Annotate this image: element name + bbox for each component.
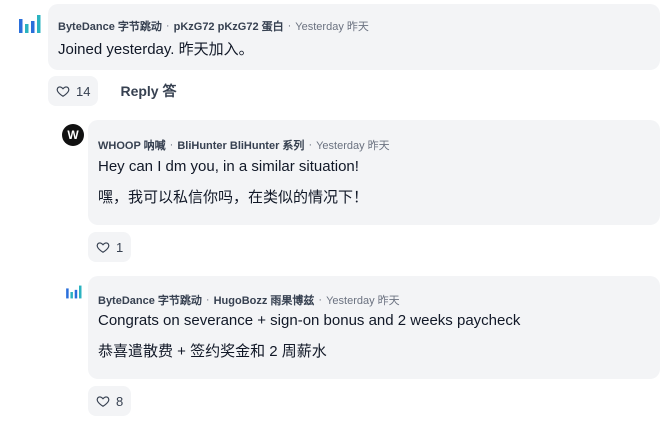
like-count: 14	[76, 83, 91, 99]
like-button[interactable]: 1	[88, 232, 132, 262]
timestamp: Yesterday 昨天	[326, 295, 400, 307]
timestamp: Yesterday 昨天	[316, 140, 390, 152]
author-name[interactable]: BliHunter BliHunter 系列	[177, 137, 304, 153]
comment-meta: ByteDance 字节跳动 · HugoBozz 雨果博兹 · Yesterd…	[98, 292, 400, 308]
comment-meta: ByteDance 字节跳动 · pKzG72 pKzG72 蛋白 · Yest…	[58, 18, 369, 34]
timestamp: Yesterday 昨天	[295, 21, 369, 33]
heart-icon	[56, 86, 70, 97]
bytedance-avatar[interactable]	[64, 282, 84, 302]
like-button[interactable]: 14	[48, 76, 99, 106]
author-name[interactable]: HugoBozz 雨果博兹	[214, 292, 315, 308]
comment-meta: WHOOP 呐喊 · BliHunter BliHunter 系列 · Yest…	[98, 137, 390, 153]
comment-bubble: ByteDance 字节跳动 · HugoBozz 雨果博兹 · Yesterd…	[88, 276, 660, 379]
separator: ·	[287, 20, 292, 32]
company-name[interactable]: WHOOP 呐喊	[98, 137, 166, 153]
comment-text: 恭喜遣散费 + 签约奖金和 2 周薪水	[98, 343, 327, 360]
comment-text: Hey can I dm you, in a similar situation…	[98, 158, 359, 175]
heart-icon	[96, 242, 110, 253]
separator: ·	[165, 20, 170, 32]
company-name[interactable]: ByteDance 字节跳动	[58, 18, 162, 34]
separator: ·	[308, 139, 313, 151]
separator: ·	[169, 139, 174, 151]
whoop-avatar[interactable]: W	[62, 124, 84, 146]
comment-actions: 14 Reply 答	[48, 76, 176, 106]
bytedance-avatar[interactable]	[16, 10, 44, 38]
like-button[interactable]: 8	[88, 386, 132, 416]
comment-bubble: ByteDance 字节跳动 · pKzG72 pKzG72 蛋白 · Yest…	[48, 4, 660, 70]
comment-text: 嘿，我可以私信你吗，在类似的情况下！	[98, 189, 369, 206]
bytedance-logo-icon	[66, 285, 82, 299]
comment-actions: 1	[88, 232, 132, 262]
like-count: 8	[116, 393, 124, 409]
separator: ·	[318, 294, 323, 306]
bytedance-logo-icon	[19, 15, 41, 33]
comment-actions: 8	[88, 386, 132, 416]
reply-button[interactable]: Reply 答	[120, 81, 176, 101]
company-name[interactable]: ByteDance 字节跳动	[98, 292, 202, 308]
heart-icon	[96, 396, 110, 407]
comment-bubble: WHOOP 呐喊 · BliHunter BliHunter 系列 · Yest…	[88, 120, 660, 225]
like-count: 1	[116, 239, 124, 255]
separator: ·	[205, 294, 210, 306]
whoop-logo-icon: W	[67, 128, 79, 142]
comment-text: Joined yesterday. 昨天加入。	[58, 41, 254, 58]
comment-text: Congrats on severance + sign-on bonus an…	[98, 312, 521, 329]
author-name[interactable]: pKzG72 pKzG72 蛋白	[174, 18, 284, 34]
